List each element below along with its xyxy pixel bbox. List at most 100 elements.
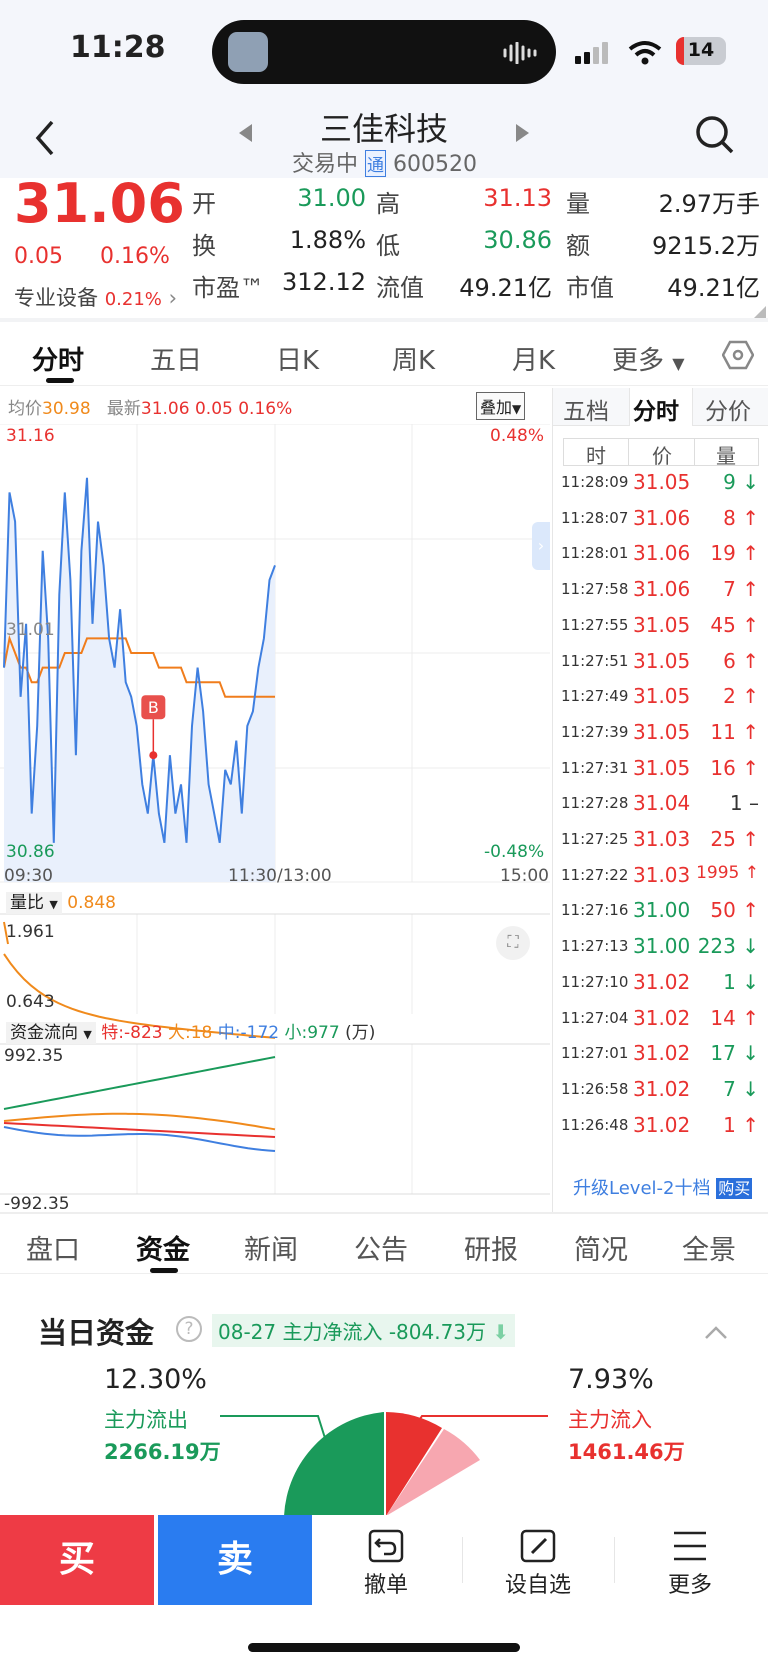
corner-expand-icon[interactable] [754,306,766,318]
quote-value: 30.86 [483,226,552,254]
add-watchlist-button[interactable]: 设自选 [478,1515,598,1605]
tick-volume: 223 ↓ [698,934,759,958]
audio-wave-icon [503,42,537,64]
info-tab[interactable]: 全景 [682,1228,736,1267]
y-mid-label: 31.01 [6,620,55,640]
battery-icon: 14 [676,37,726,65]
tab-fenshi[interactable]: 分时 [32,340,84,377]
tick-volume: 25 ↑ [710,827,759,851]
tab-five-level[interactable]: 五档 [563,392,609,426]
tab-week-k[interactable]: 周K [392,340,435,377]
search-icon[interactable] [694,114,736,158]
price-change: 0.05 [14,244,63,269]
quote-summary: 31.06 0.05 0.16% 专业设备 0.21% › 开 31.00 高 31.… [0,172,768,318]
tab-more[interactable]: 更多 ▼ [612,340,685,377]
info-tab[interactable]: 简况 [574,1228,628,1267]
tick-row: 11:28:01 31.06 19 ↑ [553,539,768,569]
prev-stock-icon[interactable] [236,122,254,144]
tick-price: 31.02 [633,1112,691,1137]
more-label: 更多 [667,1573,712,1598]
latest-value: 31.06 [140,399,190,419]
tab-five-day[interactable]: 五日 [150,340,202,377]
info-tab[interactable]: 公告 [354,1228,408,1267]
tab-month-k[interactable]: 月K [512,340,555,377]
quote-label: 换 [192,232,216,260]
tick-row: 11:27:28 31.04 1 – [553,789,768,819]
tick-volume: 1 ↑ [723,1113,759,1137]
pct-top-label: 0.48% [490,426,545,446]
fund-flow-da: 大:18 [168,1023,213,1043]
tick-volume: 1995 ↑ [696,863,759,883]
tick-time: 11:27:04 [561,1008,629,1027]
price-chart[interactable]: B [0,424,550,1212]
buy-level2-button[interactable]: 购买 [716,1178,753,1199]
tick-volume-value: 9 [723,470,736,494]
tick-direction: ↓ [742,470,759,494]
quote-value: 31.00 [297,184,366,212]
fund-donut-chart [220,1412,548,1516]
tick-volume-value: 1 [723,1112,736,1137]
sector-link[interactable]: 专业设备 0.21% › [14,282,177,312]
tick-row: 11:27:22 31.03 1995 ↑ [553,861,768,891]
fund-flow-label: 资金流向 [10,1023,78,1043]
tick-volume-value: 19 [710,541,736,566]
quote-value: 2.97万手 [658,190,760,218]
latest-pct: 0.16% [238,399,293,419]
more-button[interactable]: 更多 [630,1515,750,1605]
info-tab[interactable]: 新闻 [244,1228,298,1267]
collapse-icon[interactable] [704,1324,728,1340]
fund-flow-dropdown[interactable]: 资金流向 ▼ [6,1022,96,1044]
x-label-midday: 11:30/13:00 [228,866,332,886]
tick-volume-value: 1995 [696,862,740,883]
info-tab[interactable]: 盘口 [26,1228,80,1267]
cellular-signal-icon [575,42,608,64]
expand-side-icon[interactable]: › [532,522,550,570]
volume-ratio-top: 1.961 [6,922,55,942]
tick-volume: 6 ↑ [723,649,759,673]
tick-header-volume: 量 [716,444,736,468]
chart-period-tabs: 分时 五日 日K 周K 月K 更多 ▼ [0,322,768,386]
inflow-pct: 7.93% [568,1364,654,1395]
tick-price: 31.03 [633,862,691,887]
tick-volume-value: 223 [697,934,736,959]
back-icon[interactable] [32,118,58,158]
tick-time: 11:27:58 [561,580,629,599]
quote-label: 市盈™ [192,274,264,302]
next-stock-icon[interactable] [514,122,532,144]
tab-tick-detail[interactable]: 分时 [633,392,679,426]
last-price: 31.06 [14,172,185,235]
fullscreen-icon[interactable]: ⛶ [496,926,530,960]
overlay-dropdown[interactable]: 叠加▼ [476,392,526,420]
active-tab-indicator [46,378,74,383]
tab-price-dist[interactable]: 分价 [705,392,751,426]
info-tab[interactable]: 资金 [136,1228,190,1267]
tick-row: 11:28:07 31.06 8 ↑ [553,504,768,534]
tick-time: 11:27:22 [561,865,629,884]
tab-day-k[interactable]: 日K [276,340,319,377]
fund-flow-te: 特:-823 [101,1023,163,1043]
buy-marker-text: B [148,698,159,717]
dropdown-icon: ▼ [512,402,522,416]
volume-ratio-bottom: 0.643 [6,992,55,1012]
help-icon[interactable]: ? [176,1316,202,1342]
upgrade-link: 升级Level-2十档 [573,1178,711,1199]
tick-time: 11:27:01 [561,1044,629,1063]
tick-direction: ↑ [742,719,759,744]
inflow-value: 1461.46万 [568,1440,685,1464]
volume-ratio-dropdown[interactable]: 量比 ▼ [6,892,62,914]
sell-button[interactable]: 卖 [158,1515,312,1605]
latest-label: 最新 [106,399,141,419]
buy-marker-dot [149,751,158,760]
buy-button[interactable]: 买 [0,1515,154,1605]
cancel-order-button[interactable]: 撤单 [326,1515,446,1605]
tick-price: 31.05 [633,470,691,494]
tick-row: 11:27:04 31.02 14 ↑ [553,1004,768,1034]
level2-upgrade[interactable]: 升级Level-2十档 购买 [573,1174,753,1200]
info-tabs: 盘口 资金 新闻 公告 研报 简况 全景 [0,1214,768,1274]
fund-flow-line [3,1112,276,1131]
settings-hexagon-icon[interactable] [722,340,754,370]
y-top-label: 31.16 [6,426,55,446]
tick-direction: ↑ [742,648,759,673]
info-tab[interactable]: 研报 [464,1228,518,1267]
quote-value: 31.13 [483,184,552,212]
